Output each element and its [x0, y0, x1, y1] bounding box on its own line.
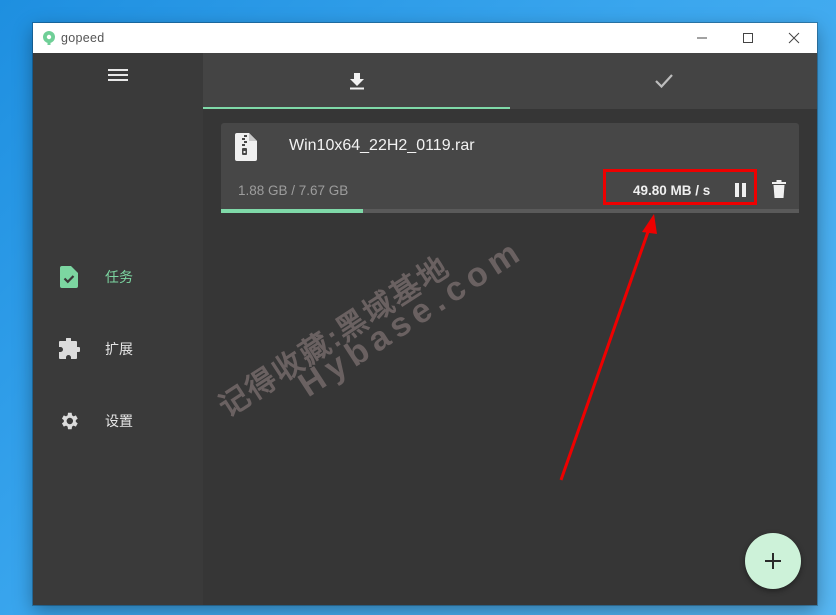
gear-icon: [57, 409, 81, 433]
app-window: gopeed 任务 扩展 设置 Win10x64_22H2_0119.rar 1…: [33, 23, 817, 605]
task-card[interactable]: Win10x64_22H2_0119.rar 1.88 GB / 7.67 GB…: [221, 123, 799, 213]
sidebar-item-label: 扩展: [105, 341, 133, 357]
hamburger-icon-bar: [108, 74, 128, 76]
minimize-button[interactable]: [679, 23, 725, 53]
maximize-button[interactable]: [725, 23, 771, 53]
pause-button[interactable]: [733, 183, 747, 197]
hamburger-icon-bar: [108, 69, 128, 71]
progress-bar-fill: [221, 209, 363, 213]
main-content: Win10x64_22H2_0119.rar 1.88 GB / 7.67 GB…: [203, 53, 817, 605]
tab-completed[interactable]: [510, 53, 817, 109]
sidebar-item-label: 任务: [105, 269, 133, 285]
close-icon: [788, 32, 800, 44]
pause-icon: [742, 183, 746, 197]
maximize-icon: [743, 33, 753, 43]
file-name: Win10x64_22H2_0119.rar: [289, 137, 475, 154]
progress-bar: [221, 209, 799, 213]
hamburger-menu-button[interactable]: [107, 66, 129, 86]
sidebar-item-extensions[interactable]: 扩展: [57, 334, 197, 364]
sidebar-item-tasks[interactable]: 任务: [57, 262, 197, 292]
tab-bar: [203, 53, 817, 109]
close-button[interactable]: [771, 23, 817, 53]
tab-downloading[interactable]: [203, 53, 510, 109]
download-speed: 49.80 MB / s: [633, 183, 711, 198]
checkmark-icon: [654, 74, 673, 89]
task-file-check-icon: [57, 265, 81, 289]
minimize-icon: [697, 37, 707, 39]
tab-indicator: [203, 107, 510, 109]
download-icon: [349, 73, 364, 90]
puzzle-extension-icon: [57, 337, 81, 361]
sidebar-item-label: 设置: [105, 413, 133, 429]
pause-icon: [735, 183, 739, 197]
hamburger-icon-bar: [108, 79, 128, 81]
gopeed-logo-icon: [43, 31, 55, 45]
window-title: gopeed: [61, 31, 105, 45]
zip-file-icon: [235, 133, 257, 161]
title-bar: gopeed: [33, 23, 817, 53]
trash-icon[interactable]: [772, 180, 786, 198]
sidebar-item-settings[interactable]: 设置: [57, 406, 197, 436]
file-size-progress: 1.88 GB / 7.67 GB: [238, 183, 349, 198]
plus-icon: [765, 553, 781, 569]
add-task-button[interactable]: [745, 533, 801, 589]
sidebar: 任务 扩展 设置: [33, 53, 203, 605]
